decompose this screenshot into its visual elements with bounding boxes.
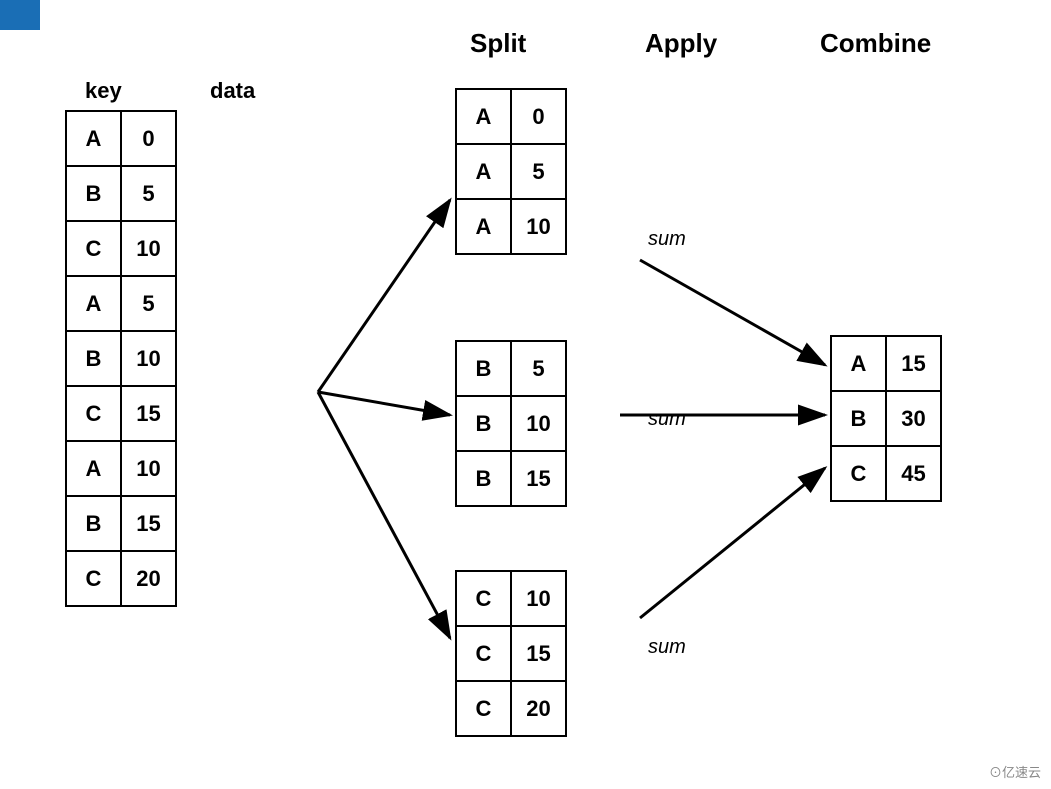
split-cell-key: C: [456, 571, 511, 626]
split-cell-key: C: [456, 681, 511, 736]
input-table: A0B5C10A5B10C15A10B15C20: [65, 110, 177, 607]
combine-table-row: B30: [831, 391, 941, 446]
input-cell-key: B: [66, 496, 121, 551]
input-table-row: A5: [66, 276, 176, 331]
data-col-header: data: [210, 78, 255, 104]
split-a-row: A5: [456, 144, 566, 199]
input-cell-key: A: [66, 276, 121, 331]
split-cell-key: B: [456, 396, 511, 451]
blue-corner-decoration: [0, 0, 40, 30]
split-table-c: C10C15C20: [455, 570, 567, 737]
input-cell-key: A: [66, 441, 121, 496]
split-table-b: B5B10B15: [455, 340, 567, 507]
input-table-row: C20: [66, 551, 176, 606]
watermark: ⊙亿速云: [989, 762, 1041, 781]
input-cell-data: 10: [121, 441, 176, 496]
combine-cell-key: B: [831, 391, 886, 446]
split-cell-key: C: [456, 626, 511, 681]
split-c-row: C10: [456, 571, 566, 626]
split-c-row: C20: [456, 681, 566, 736]
combine-cell-data: 15: [886, 336, 941, 391]
split-b-row: B5: [456, 341, 566, 396]
input-cell-key: B: [66, 166, 121, 221]
combine-table-row: C45: [831, 446, 941, 501]
input-table-row: B15: [66, 496, 176, 551]
input-table-row: B10: [66, 331, 176, 386]
split-cell-key: B: [456, 341, 511, 396]
split-cell-data: 0: [511, 89, 566, 144]
combine-table: A15B30C45: [830, 335, 942, 502]
split-cell-key: B: [456, 451, 511, 506]
split-cell-data: 15: [511, 451, 566, 506]
input-table-row: A10: [66, 441, 176, 496]
input-cell-data: 15: [121, 386, 176, 441]
sum-label-a: sum: [648, 228, 686, 251]
input-table-row: C15: [66, 386, 176, 441]
input-cell-key: C: [66, 386, 121, 441]
combine-cell-data: 45: [886, 446, 941, 501]
input-cell-data: 5: [121, 276, 176, 331]
split-cell-key: A: [456, 89, 511, 144]
split-header: Split: [470, 28, 526, 59]
input-cell-data: 10: [121, 221, 176, 276]
split-cell-data: 10: [511, 396, 566, 451]
apply-header: Apply: [645, 28, 717, 59]
split-a-row: A10: [456, 199, 566, 254]
input-cell-key: A: [66, 111, 121, 166]
input-cell-key: C: [66, 551, 121, 606]
sum-label-c: sum: [648, 636, 686, 659]
input-table-row: C10: [66, 221, 176, 276]
split-cell-data: 10: [511, 571, 566, 626]
input-cell-key: C: [66, 221, 121, 276]
key-col-header: key: [85, 78, 122, 104]
split-table-a: A0A5A10: [455, 88, 567, 255]
combine-cell-data: 30: [886, 391, 941, 446]
input-cell-data: 15: [121, 496, 176, 551]
split-cell-key: A: [456, 199, 511, 254]
split-a-row: A0: [456, 89, 566, 144]
split-b-row: B10: [456, 396, 566, 451]
main-container: Split Apply Combine key data A0B5C10A5B1…: [0, 0, 1051, 789]
input-cell-data: 10: [121, 331, 176, 386]
input-cell-key: B: [66, 331, 121, 386]
split-cell-data: 15: [511, 626, 566, 681]
input-cell-data: 20: [121, 551, 176, 606]
split-cell-data: 5: [511, 341, 566, 396]
combine-table-row: A15: [831, 336, 941, 391]
split-cell-key: A: [456, 144, 511, 199]
sum-label-b: sum: [648, 408, 686, 431]
split-b-row: B15: [456, 451, 566, 506]
split-cell-data: 5: [511, 144, 566, 199]
combine-header: Combine: [820, 28, 931, 59]
input-table-row: A0: [66, 111, 176, 166]
combine-cell-key: C: [831, 446, 886, 501]
split-cell-data: 10: [511, 199, 566, 254]
input-cell-data: 5: [121, 166, 176, 221]
combine-cell-key: A: [831, 336, 886, 391]
input-table-row: B5: [66, 166, 176, 221]
split-c-row: C15: [456, 626, 566, 681]
input-cell-data: 0: [121, 111, 176, 166]
split-cell-data: 20: [511, 681, 566, 736]
